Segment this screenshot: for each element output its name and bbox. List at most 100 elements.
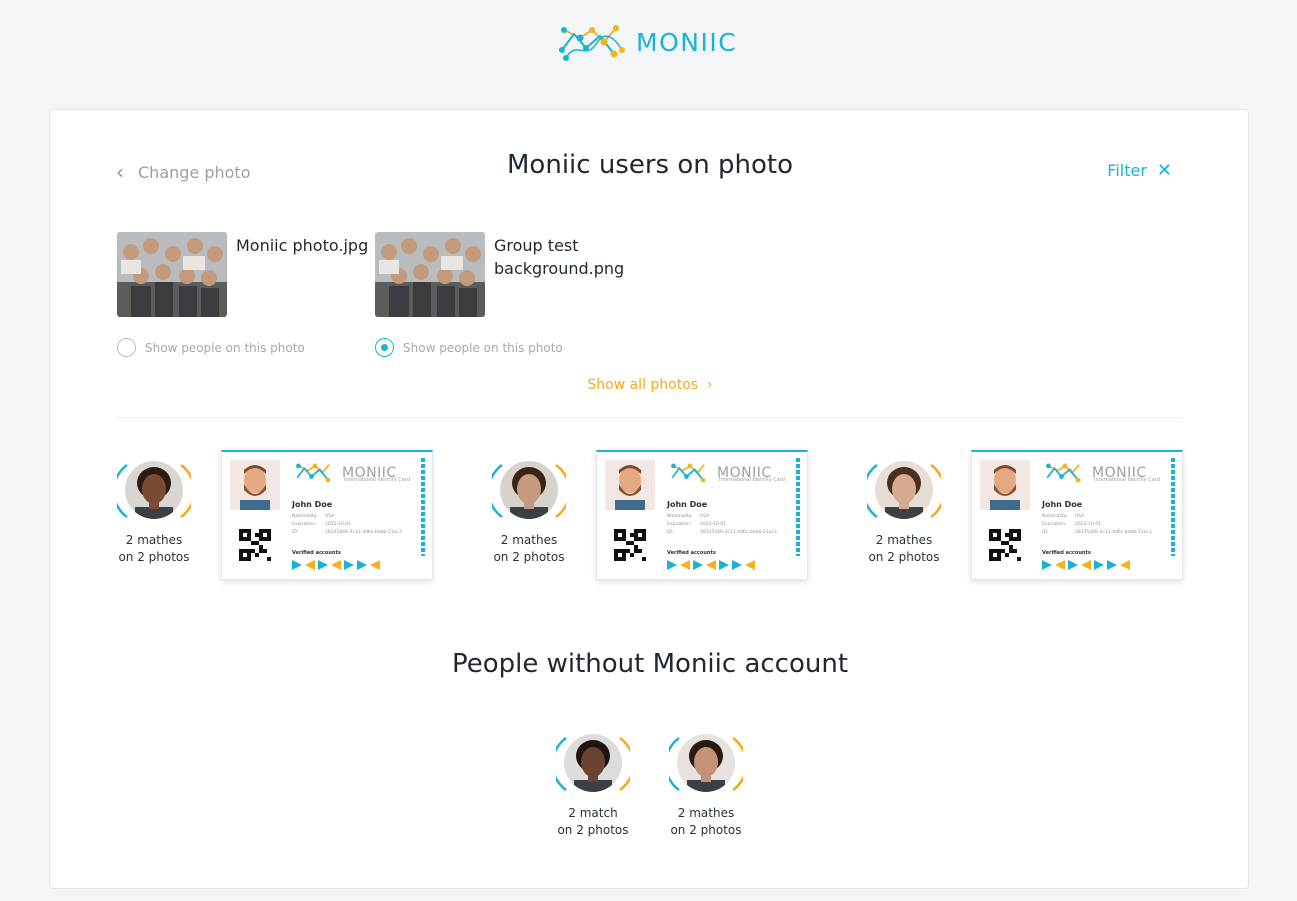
id-card-id-row: ID: 28135446-3c11-4d6c-bebb-51ec3: [292, 530, 402, 535]
show-all-photos-link[interactable]: Show all photos ›: [50, 377, 1250, 393]
nationality-value: USA: [325, 514, 335, 519]
page-title: Moniic users on photo: [507, 150, 793, 180]
verified-account-icons: [1042, 560, 1133, 570]
user-avatar[interactable]: [867, 459, 941, 523]
id-card-name: John Doe: [292, 500, 333, 509]
id-label: ID:: [292, 530, 299, 535]
radio-label: Show people on this photo: [403, 340, 563, 355]
nationality-value: USA: [700, 514, 710, 519]
photo-count: on 2 photos: [493, 550, 565, 564]
expiration-value: 2022-10-01: [700, 522, 727, 527]
verified-icon: [370, 560, 380, 570]
verified-icon: [1081, 560, 1091, 570]
verified-icon: [693, 560, 703, 570]
id-value: 28135446-3c11-4d6c-bebb-51ec3: [325, 530, 402, 535]
id-card-portrait: [230, 460, 280, 510]
verified-icon: [292, 560, 302, 570]
match-count: 2 match: [568, 806, 618, 820]
group-photo-thumbnail[interactable]: [117, 232, 227, 317]
verified-accounts-label: Verified accounts: [292, 550, 341, 556]
photo-count: on 2 photos: [670, 823, 742, 837]
avatar: [677, 734, 735, 792]
non-users-title: People without Moniic account: [451, 649, 849, 679]
verified-icon: [357, 560, 367, 570]
id-card-expiration-row: Expiration: 2022-10-01: [292, 522, 351, 527]
nationality-label: Nationality:: [1042, 514, 1068, 519]
barcode-icon: [421, 458, 425, 556]
id-value: 28135446-3c11-4d6c-bebb-51ec3: [1075, 530, 1152, 535]
expiration-value: 2022-10-01: [1075, 522, 1102, 527]
id-card-nationality-row: Nationality: USA: [667, 514, 709, 519]
show-people-radio[interactable]: Show people on this photo: [375, 338, 563, 357]
verified-icon: [1042, 560, 1052, 570]
id-card-expiration-row: Expiration: 2022-10-01: [1042, 522, 1101, 527]
id-card-nationality-row: Nationality: USA: [1042, 514, 1084, 519]
match-caption: 2 mathes on 2 photos: [854, 532, 954, 566]
photo-count: on 2 photos: [557, 823, 629, 837]
qr-code-icon: [614, 529, 646, 561]
verified-icon: [1120, 560, 1130, 570]
verified-account-icons: [292, 560, 383, 570]
radio-button-selected[interactable]: [375, 338, 394, 357]
avatar: [500, 461, 558, 519]
show-people-radio[interactable]: Show people on this photo: [117, 338, 305, 357]
id-card-subtitle: International Identity Card: [344, 477, 410, 483]
photo-count: on 2 photos: [868, 550, 940, 564]
verified-icon: [706, 560, 716, 570]
match-caption: 2 match on 2 photos: [543, 805, 643, 839]
non-user-avatar[interactable]: [556, 732, 630, 796]
photo-filename: Moniic photo.jpg: [236, 236, 369, 255]
match-count: 2 mathes: [677, 806, 735, 820]
verified-icon: [344, 560, 354, 570]
verified-icon: [1107, 560, 1117, 570]
match-count: 2 mathes: [500, 533, 558, 547]
id-label: ID:: [1042, 530, 1049, 535]
moniic-logo-icon: [559, 25, 625, 61]
app-logo: MONIIC: [556, 20, 737, 64]
id-card-subtitle: International Identity Card: [1094, 477, 1160, 483]
id-card-portrait: [605, 460, 655, 510]
verified-accounts-label: Verified accounts: [1042, 550, 1091, 556]
match-caption: 2 mathes on 2 photos: [656, 805, 756, 839]
radio-button[interactable]: [117, 338, 136, 357]
verified-icon: [732, 560, 742, 570]
id-card[interactable]: MONIIC International Identity Card John Do…: [221, 450, 433, 580]
id-label: ID:: [667, 530, 674, 535]
verified-icon: [318, 560, 328, 570]
avatar: [875, 461, 933, 519]
chevron-right-icon: ›: [702, 377, 713, 393]
id-card-name: John Doe: [1042, 500, 1083, 509]
barcode-icon: [796, 458, 800, 556]
radio-label: Show people on this photo: [145, 340, 305, 355]
filter-button[interactable]: Filter ✕: [1107, 160, 1172, 181]
id-card-expiration-row: Expiration: 2022-10-01: [667, 522, 726, 527]
verified-icon: [719, 560, 729, 570]
id-card-subtitle: International Identity Card: [719, 477, 785, 483]
non-user-avatar[interactable]: [669, 732, 743, 796]
photo-filename: Group test background.png: [494, 236, 625, 278]
nationality-label: Nationality:: [292, 514, 318, 519]
id-card[interactable]: MONIIC International Identity Card John Do…: [971, 450, 1183, 580]
id-card-id-row: ID: 28135446-3c11-4d6c-bebb-51ec3: [667, 530, 777, 535]
verified-icon: [667, 560, 677, 570]
app-name: MONIIC: [636, 27, 738, 57]
avatar: [564, 734, 622, 792]
verified-icon: [1068, 560, 1078, 570]
id-card[interactable]: MONIIC International Identity Card John Do…: [596, 450, 808, 580]
barcode-icon: [1171, 458, 1175, 556]
id-card-nationality-row: Nationality: USA: [292, 514, 334, 519]
match-caption: 2 mathes on 2 photos: [479, 532, 579, 566]
verified-account-icons: [667, 560, 758, 570]
results-card: ‹ Change photo Moniic users on photo Fil…: [49, 109, 1249, 889]
expiration-label: Expiration:: [1042, 522, 1067, 527]
photo-count: on 2 photos: [118, 550, 190, 564]
user-avatar[interactable]: [492, 459, 566, 523]
id-value: 28135446-3c11-4d6c-bebb-51ec3: [700, 530, 777, 535]
match-count: 2 mathes: [875, 533, 933, 547]
qr-code-icon: [989, 529, 1021, 561]
group-photo-thumbnail[interactable]: [375, 232, 485, 317]
expiration-label: Expiration:: [292, 522, 317, 527]
expiration-label: Expiration:: [667, 522, 692, 527]
user-avatar[interactable]: [117, 459, 191, 523]
match-caption: 2 mathes on 2 photos: [104, 532, 204, 566]
